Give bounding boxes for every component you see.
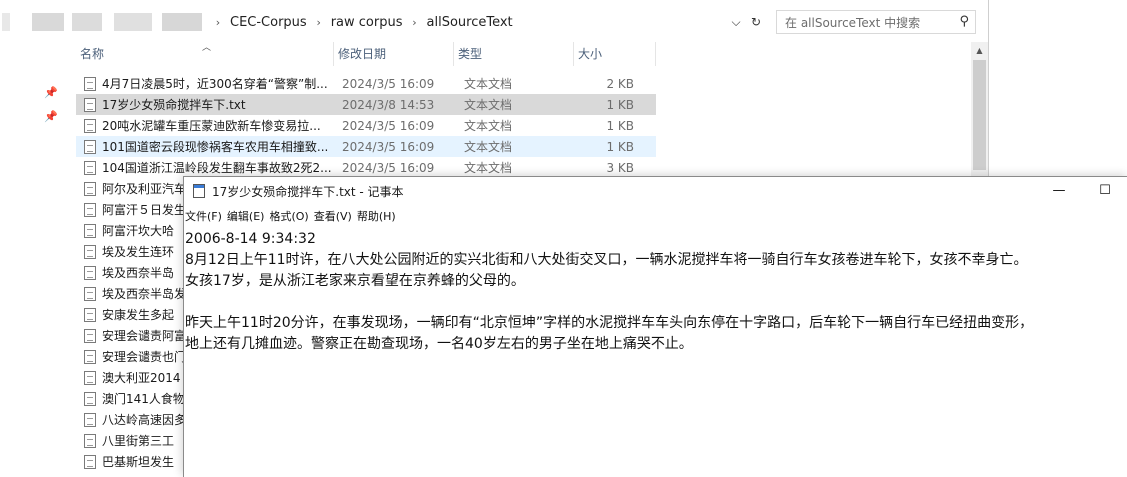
text-file-icon bbox=[84, 265, 96, 280]
notepad-icon bbox=[193, 184, 205, 198]
search-icon[interactable]: ⚲ bbox=[959, 14, 969, 29]
menu-file[interactable]: 文件(F) bbox=[185, 208, 227, 224]
breadcrumb-raw-corpus[interactable]: raw corpus bbox=[329, 15, 405, 30]
text-line: 地上还有几摊血迹。警察正在勘查现场，一名40岁左右的男子坐在地上痛哭不止。 bbox=[185, 336, 693, 352]
dropdown-chevron-icon[interactable]: ⌵ bbox=[728, 15, 744, 30]
text-file-icon bbox=[84, 349, 96, 364]
text-file-icon bbox=[84, 181, 96, 196]
maximize-button[interactable]: ☐ bbox=[1082, 177, 1127, 205]
file-row[interactable]: 104国道浙江温岭段发生翻车事故致2死2... 2024/3/5 16:09 文本文… bbox=[76, 157, 656, 178]
text-file-icon bbox=[84, 97, 96, 112]
text-line: 昨天上午11时20分许，在事发现场，一辆印有“北京恒坤”字样的水泥搅拌车车头向东… bbox=[185, 315, 1034, 331]
text-file-icon bbox=[84, 433, 96, 448]
text-file-icon bbox=[84, 412, 96, 427]
address-bar[interactable]: › CEC-Corpus › raw corpus › allSourceTex… bbox=[0, 8, 768, 36]
column-date[interactable]: 修改日期 bbox=[334, 42, 454, 66]
text-file-icon bbox=[84, 370, 96, 385]
text-file-icon bbox=[84, 328, 96, 343]
menu-view[interactable]: 查看(V) bbox=[314, 208, 357, 224]
text-file-icon bbox=[84, 139, 96, 154]
text-file-icon bbox=[84, 244, 96, 259]
text-line: 2006-8-14 9:34:32 bbox=[185, 231, 316, 247]
chevron-right-icon[interactable]: › bbox=[309, 16, 329, 29]
text-file-icon bbox=[84, 202, 96, 217]
column-type[interactable]: 类型 bbox=[454, 42, 574, 66]
chevron-right-icon[interactable]: › bbox=[208, 16, 228, 29]
search-input[interactable]: 在 allSourceText 中搜索 ⚲ bbox=[776, 10, 976, 34]
title-bar[interactable]: 17岁少女殒命搅拌车下.txt - 记事本 — ☐ bbox=[184, 177, 1127, 205]
blurred-path bbox=[2, 13, 208, 31]
pin-icon[interactable]: 📌 bbox=[44, 110, 58, 123]
scroll-up-arrow-icon[interactable]: ▲ bbox=[971, 42, 988, 59]
text-line-blank bbox=[185, 292, 1127, 313]
text-file-icon bbox=[84, 76, 96, 91]
window-title: 17岁少女殒命搅拌车下.txt - 记事本 bbox=[212, 184, 404, 199]
text-file-icon bbox=[84, 223, 96, 238]
breadcrumb-cec-corpus[interactable]: CEC-Corpus bbox=[228, 15, 309, 30]
column-header: 名称 ︿ 修改日期 类型 大小 bbox=[76, 42, 656, 66]
minimize-button[interactable]: — bbox=[1036, 177, 1082, 205]
sort-up-icon: ︿ bbox=[202, 43, 212, 53]
menu-format[interactable]: 格式(O) bbox=[269, 208, 313, 224]
scrollbar-thumb[interactable] bbox=[973, 60, 986, 170]
breadcrumb-allsourcetext[interactable]: allSourceText bbox=[425, 15, 515, 30]
text-editor-area[interactable]: 2006-8-14 9:34:32 8月12日上午11时许，在八大处公园附近的实… bbox=[184, 227, 1127, 477]
text-file-icon bbox=[84, 454, 96, 469]
text-file-icon bbox=[84, 391, 96, 406]
text-file-icon bbox=[84, 118, 96, 133]
file-row[interactable]: 20吨水泥罐车重压蒙迪欧新车惨变易拉... 2024/3/5 16:09 文本文档 1… bbox=[76, 115, 656, 136]
search-placeholder: 在 allSourceText 中搜索 bbox=[785, 15, 921, 30]
text-line: 8月12日上午11时许，在八大处公园附近的实兴北街和八大处街交叉口，一辆水泥搅拌… bbox=[185, 252, 1028, 268]
menu-help[interactable]: 帮助(H) bbox=[357, 208, 401, 224]
file-row-selected[interactable]: 17岁少女殒命搅拌车下.txt 2024/3/8 14:53 文本文档 1 KB bbox=[76, 94, 656, 115]
file-row-hover[interactable]: 101国道密云段现惨祸客车农用车相撞致... 2024/3/5 16:09 文本文档… bbox=[76, 136, 656, 157]
file-row[interactable]: 4月7日凌晨5时，近300名穿着“警察”制... 2024/3/5 16:09 文本… bbox=[76, 73, 656, 94]
text-file-icon bbox=[84, 160, 96, 175]
column-name[interactable]: 名称 ︿ bbox=[76, 42, 334, 66]
pin-icon[interactable]: 📌 bbox=[44, 86, 58, 99]
menu-edit[interactable]: 编辑(E) bbox=[227, 208, 270, 224]
menu-bar: 文件(F) 编辑(E) 格式(O) 查看(V) 帮助(H) bbox=[184, 205, 1127, 227]
notepad-window: 17岁少女殒命搅拌车下.txt - 记事本 — ☐ 文件(F) 编辑(E) 格式… bbox=[183, 176, 1127, 477]
refresh-icon[interactable]: ↻ bbox=[748, 15, 764, 29]
text-file-icon bbox=[84, 286, 96, 301]
text-file-icon bbox=[84, 307, 96, 322]
column-size[interactable]: 大小 bbox=[574, 42, 656, 66]
text-line: 女孩17岁，是从浙江老家来京看望在京养蜂的父母的。 bbox=[185, 273, 525, 289]
chevron-right-icon[interactable]: › bbox=[405, 16, 425, 29]
